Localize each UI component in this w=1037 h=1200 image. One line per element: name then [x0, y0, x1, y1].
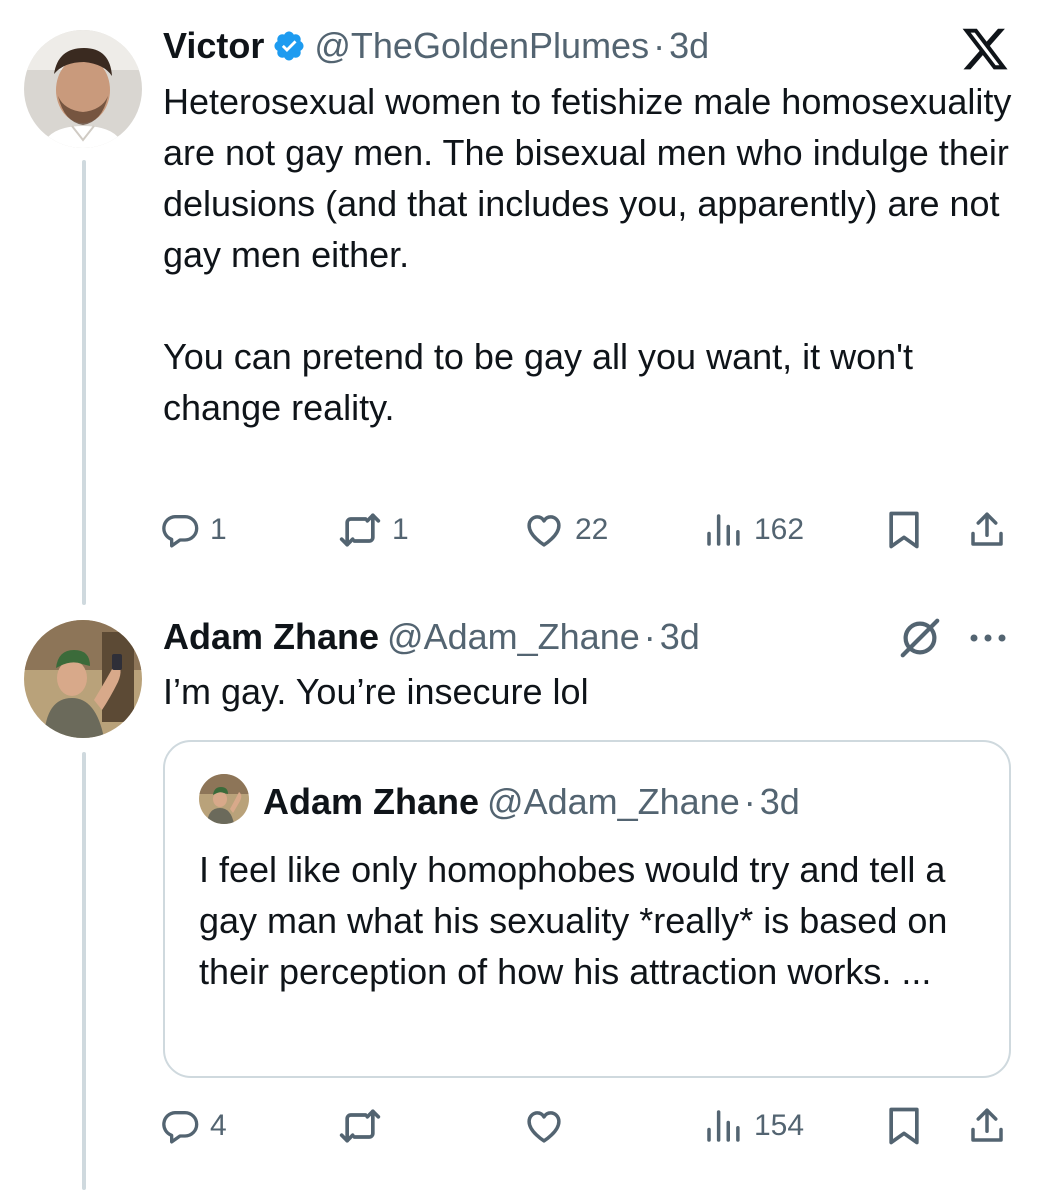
reply-count: 1 [210, 513, 227, 546]
quote-author-handle[interactable]: @Adam_Zhane [487, 780, 740, 824]
separator-dot: · [643, 616, 656, 657]
quote-header: Adam Zhane @Adam_Zhane · 3d [263, 780, 800, 824]
bookmark-button[interactable] [882, 506, 926, 554]
thread-line-1 [82, 160, 86, 605]
views-icon [707, 1110, 740, 1142]
bookmark-icon [889, 1107, 919, 1145]
tweet-2-header: Adam Zhane @Adam_Zhane · 3d [163, 615, 700, 659]
bookmark-button[interactable] [882, 1102, 926, 1150]
retweet-button[interactable] [338, 1102, 392, 1150]
tweet-1-text: Heterosexual women to fetishize male hom… [163, 76, 1013, 433]
quote-timestamp: 3d [759, 781, 800, 822]
share-button[interactable] [966, 506, 1008, 554]
reply-icon [162, 515, 199, 548]
views-count: 162 [754, 513, 805, 546]
verified-badge-icon [272, 29, 306, 63]
retweet-button[interactable]: 1 [338, 506, 409, 554]
author-name[interactable]: Adam Zhane [163, 615, 379, 659]
timestamp[interactable]: 3d [660, 615, 700, 659]
retweet-icon [339, 513, 381, 547]
retweet-count: 1 [392, 513, 409, 546]
tweet-2-actions: 4 154 [160, 1102, 1010, 1150]
more-options-icon[interactable] [965, 620, 1011, 656]
quote-avatar[interactable] [199, 774, 249, 824]
separator-dot: · [653, 25, 666, 66]
author-handle[interactable]: @Adam_Zhane [387, 615, 640, 659]
reply-button[interactable]: 1 [160, 506, 227, 554]
share-icon [971, 1108, 1003, 1142]
bookmark-icon [889, 511, 919, 549]
share-button[interactable] [966, 1102, 1008, 1150]
views-count: 154 [754, 1109, 805, 1142]
views-icon [707, 514, 740, 546]
avatar-adam-zhane[interactable] [24, 620, 142, 738]
thread-line-2 [82, 752, 86, 1190]
tweet-2-text: I’m gay. You’re insecure lol [163, 671, 589, 712]
tweet-1-header: Victor @TheGoldenPlumes · 3d [163, 24, 709, 68]
separator-dot: · [743, 781, 756, 822]
like-count: 22 [575, 513, 609, 546]
timestamp[interactable]: 3d [669, 24, 709, 68]
x-logo-icon[interactable] [960, 24, 1010, 74]
retweet-icon [339, 1109, 381, 1143]
quote-text: I feel like only homophobes would try an… [199, 849, 948, 992]
reply-icon [162, 1111, 199, 1144]
share-icon [971, 512, 1003, 546]
quote-author-name[interactable]: Adam Zhane [263, 780, 479, 824]
like-icon [527, 1111, 561, 1143]
like-icon [527, 515, 561, 547]
tweet-1-actions: 1 1 22 162 [160, 506, 1010, 554]
reply-button[interactable]: 4 [160, 1102, 227, 1150]
grok-icon[interactable] [897, 615, 943, 661]
tweet-1-paragraph-2: You can pretend to be gay all you want, … [163, 336, 914, 428]
views-button[interactable]: 162 [702, 506, 804, 554]
views-button[interactable]: 154 [702, 1102, 804, 1150]
author-name[interactable]: Victor [163, 24, 264, 68]
like-button[interactable] [523, 1102, 575, 1150]
author-handle[interactable]: @TheGoldenPlumes [314, 24, 649, 68]
reply-count: 4 [210, 1109, 227, 1142]
avatar-victor[interactable] [24, 30, 142, 148]
like-button[interactable]: 22 [523, 506, 608, 554]
quote-tweet-card[interactable]: Adam Zhane @Adam_Zhane · 3d I feel like … [163, 740, 1011, 1078]
tweet-1-paragraph-1: Heterosexual women to fetishize male hom… [163, 81, 1012, 275]
